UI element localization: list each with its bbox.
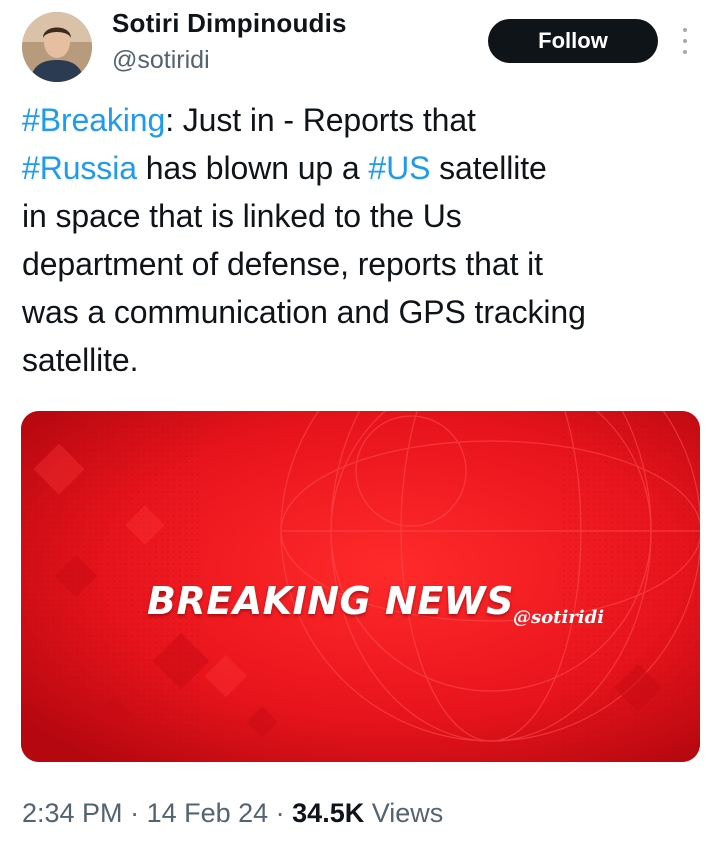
tweet-meta: 2:34 PM · 14 Feb 24 · 34.5K Views	[22, 798, 443, 829]
hashtag-link[interactable]: #Russia	[22, 150, 137, 186]
views-label: Views	[364, 798, 444, 828]
tweet-text-segment: : Just in - Reports that	[165, 102, 476, 138]
tweet-line: department of defense, reports that it	[22, 240, 712, 288]
tweet-line: in space that is linked to the Us	[22, 192, 712, 240]
tweet-time[interactable]: 2:34 PM	[22, 798, 123, 828]
tweet-header: Sotiri Dimpinoudis @sotiridi Follow	[0, 0, 720, 90]
tweet-text-segment: has blown up a	[136, 150, 369, 186]
user-handle[interactable]: @sotiridi	[112, 46, 210, 75]
more-dot	[683, 39, 687, 43]
hashtag-link[interactable]: #US	[368, 150, 430, 186]
image-watermark: @sotiridi	[513, 607, 605, 628]
meta-separator: ·	[122, 798, 147, 828]
avatar[interactable]	[22, 12, 92, 82]
hashtag-link[interactable]: #Breaking	[22, 102, 165, 138]
tweet-line: #Russia has blown up a #US satellite	[22, 144, 712, 192]
tweet-text: #Breaking: Just in - Reports that #Russia…	[22, 96, 712, 384]
tweet-text-segment: department of defense, reports that it	[22, 246, 543, 282]
avatar-image	[22, 12, 92, 82]
tweet-media[interactable]: BREAKING NEWS @sotiridi	[21, 411, 700, 762]
tweet-text-segment: satellite.	[22, 342, 139, 378]
tweet-line: was a communication and GPS tracking	[22, 288, 712, 336]
meta-separator: ·	[268, 798, 293, 828]
display-name[interactable]: Sotiri Dimpinoudis	[112, 8, 347, 39]
tweet-date[interactable]: 14 Feb 24	[147, 798, 269, 828]
tweet-line: #Breaking: Just in - Reports that	[22, 96, 712, 144]
more-dot	[683, 50, 687, 54]
tweet-text-segment: satellite	[430, 150, 547, 186]
more-options-icon[interactable]	[674, 26, 696, 56]
tweet-line: satellite.	[22, 336, 712, 384]
more-dot	[683, 28, 687, 32]
tweet-text-segment: in space that is linked to the Us	[22, 198, 462, 234]
views-count: 34.5K	[292, 798, 365, 828]
tweet-text-segment: was a communication and GPS tracking	[22, 294, 586, 330]
follow-button[interactable]: Follow	[488, 19, 658, 63]
